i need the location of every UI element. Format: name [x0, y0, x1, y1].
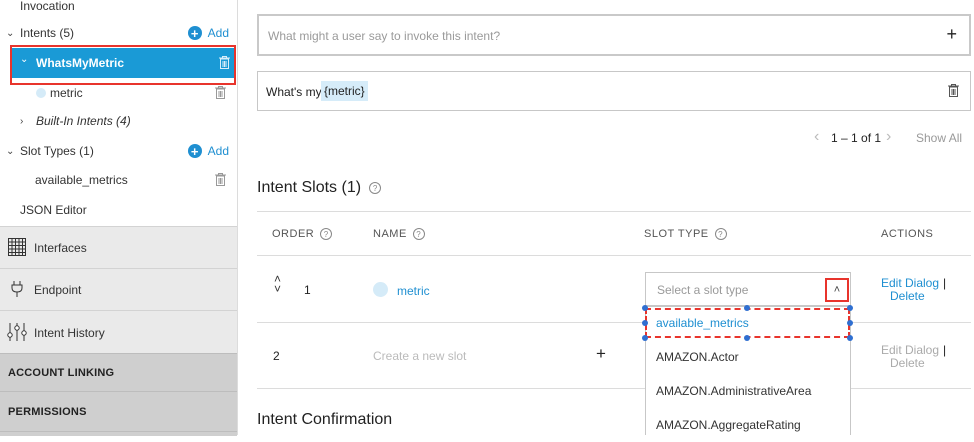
resize-handle[interactable] [847, 335, 853, 341]
resize-handle[interactable] [642, 305, 648, 311]
slot-dot-icon [373, 282, 388, 297]
sidebar-item-intent-history[interactable]: Intent History [0, 310, 237, 353]
resize-handle[interactable] [847, 320, 853, 326]
sidebar-item-invocation[interactable]: Invocation [0, 0, 237, 20]
chevron-up-icon[interactable]: ˄ [825, 278, 849, 302]
divider [257, 211, 971, 212]
slot-dot-icon [36, 88, 46, 98]
utterance-slot-chip[interactable]: {metric} [321, 81, 368, 101]
resize-handle[interactable] [744, 305, 750, 311]
column-slot-type: SLOT TYPE? [644, 228, 727, 240]
column-actions: ACTIONS [881, 228, 934, 240]
delete-link[interactable]: Delete [890, 289, 925, 303]
prev-page-icon[interactable]: ‹ [814, 128, 819, 146]
plug-icon [11, 281, 23, 300]
add-utterance-plus-icon[interactable]: + [946, 24, 957, 45]
add-slot-type-button[interactable]: + Add [187, 144, 229, 158]
column-order: ORDER? [272, 228, 333, 240]
trash-icon[interactable] [215, 173, 227, 187]
sidebar-item-intents[interactable]: ⌄ Intents (5) + Add [0, 19, 237, 47]
help-icon[interactable]: ? [320, 228, 333, 240]
add-intent-button[interactable]: + Add [187, 26, 229, 40]
column-name: NAME? [373, 228, 425, 240]
help-icon[interactable]: ? [412, 228, 425, 240]
sidebar-item-account-linking[interactable]: ACCOUNT LINKING [0, 353, 237, 391]
slot-name-link[interactable]: metric [397, 284, 430, 298]
interfaces-grid-icon [8, 238, 26, 259]
reorder-arrows-icon[interactable]: ˄ ˅ [274, 273, 281, 295]
option-highlight-box [645, 308, 850, 338]
resize-handle[interactable] [847, 305, 853, 311]
sidebar-next-section [0, 431, 237, 436]
sidebar-item-builtin-intents[interactable]: › Built-In Intents (4) [0, 107, 237, 135]
sidebar-item-available-metrics[interactable]: available_metrics [0, 166, 237, 194]
add-slot-plus-icon[interactable]: + [596, 344, 606, 364]
sidebar-item-permissions[interactable]: PERMISSIONS [0, 391, 237, 431]
sidebar-item-slot-types[interactable]: ⌄ Slot Types (1) + Add [0, 137, 237, 165]
divider [257, 322, 645, 323]
slot-type-select[interactable]: Select a slot type [645, 272, 851, 306]
resize-handle[interactable] [642, 320, 648, 326]
edit-dialog-link[interactable]: Edit Dialog [881, 276, 939, 290]
help-icon[interactable]: ? [369, 182, 382, 194]
new-slot-input[interactable]: Create a new slot [373, 349, 466, 363]
sidebar: Invocation ⌄ Intents (5) + Add ⌄ WhatsMy… [0, 0, 238, 436]
sidebar-item-json-editor[interactable]: JSON Editor [0, 196, 237, 224]
divider [851, 322, 971, 323]
plus-circle-icon: + [187, 26, 202, 40]
divider [257, 388, 645, 389]
trash-icon[interactable] [215, 86, 227, 100]
chevron-right-icon[interactable]: › [20, 116, 23, 127]
sidebar-item-endpoint[interactable]: Endpoint [0, 268, 237, 310]
chevron-down-icon[interactable]: ⌄ [6, 28, 14, 39]
plus-circle-icon: + [187, 144, 202, 158]
resize-handle[interactable] [744, 335, 750, 341]
sidebar-item-slot-metric[interactable]: metric [0, 79, 237, 107]
dropdown-option-amazon-aggregate-rating[interactable]: AMAZON.AggregateRating [645, 408, 850, 442]
next-page-icon[interactable]: › [886, 128, 891, 146]
utterance-row[interactable]: What's my {metric} [257, 71, 971, 111]
dropdown-option-amazon-administrative-area[interactable]: AMAZON.AdministrativeArea [645, 374, 850, 408]
sidebar-item-interfaces[interactable]: Interfaces [0, 226, 237, 268]
intent-slots-title: Intent Slots (1) ? [257, 179, 382, 197]
intent-confirmation-title: Intent Confirmation [257, 411, 393, 428]
pagination-label: 1 – 1 of 1 [831, 131, 882, 145]
chevron-down-icon[interactable]: ⌄ [6, 146, 14, 157]
divider [851, 388, 971, 389]
trash-icon[interactable] [948, 84, 959, 100]
help-icon[interactable]: ? [714, 228, 727, 240]
edit-dialog-link-disabled[interactable]: Edit Dialog [881, 343, 939, 357]
show-all-link[interactable]: Show All [916, 131, 962, 145]
table-row: ˄ ˅ 1 metric [274, 272, 430, 298]
utterance-input[interactable]: What might a user say to invoke this int… [257, 14, 971, 56]
sliders-icon [7, 323, 27, 344]
resize-handle[interactable] [642, 335, 648, 341]
dropdown-option-amazon-actor[interactable]: AMAZON.Actor [645, 340, 850, 374]
delete-link-disabled[interactable]: Delete [890, 356, 925, 370]
